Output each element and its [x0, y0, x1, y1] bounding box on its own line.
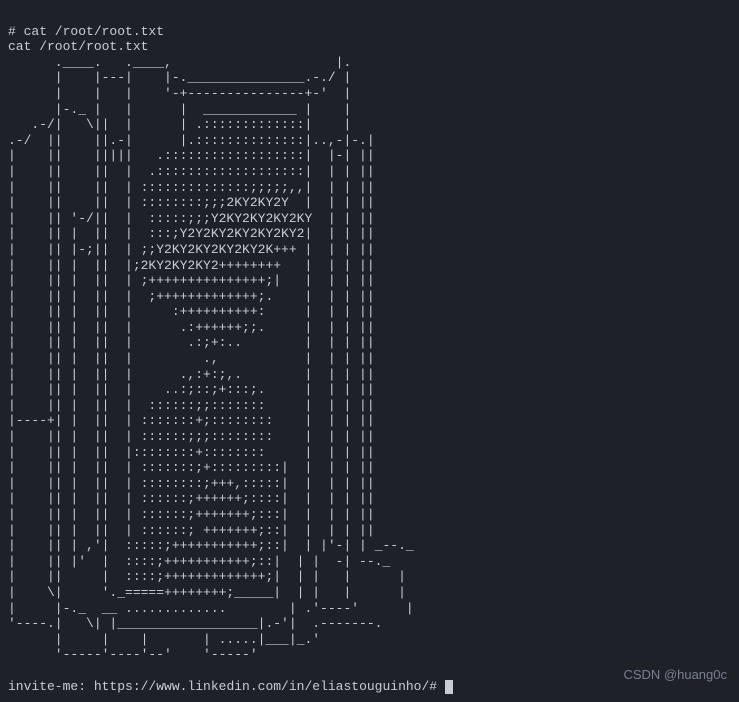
terminal-output: # cat /root/root.txt cat /root/root.txt … [0, 0, 739, 702]
watermark: CSDN @huang0c [623, 667, 727, 682]
invite-line: invite-me: https://www.linkedin.com/in/e… [8, 679, 453, 694]
command-echo-line: cat /root/root.txt [8, 39, 148, 54]
command-prompt-line: # cat /root/root.txt [8, 24, 164, 39]
ascii-art-block: .____. .____, |. | |---| |-.____________… [8, 55, 414, 663]
invite-prefix: invite-me: [8, 679, 94, 694]
invite-url: https://www.linkedin.com/in/eliastouguin… [94, 679, 437, 694]
cursor-block [445, 680, 453, 694]
